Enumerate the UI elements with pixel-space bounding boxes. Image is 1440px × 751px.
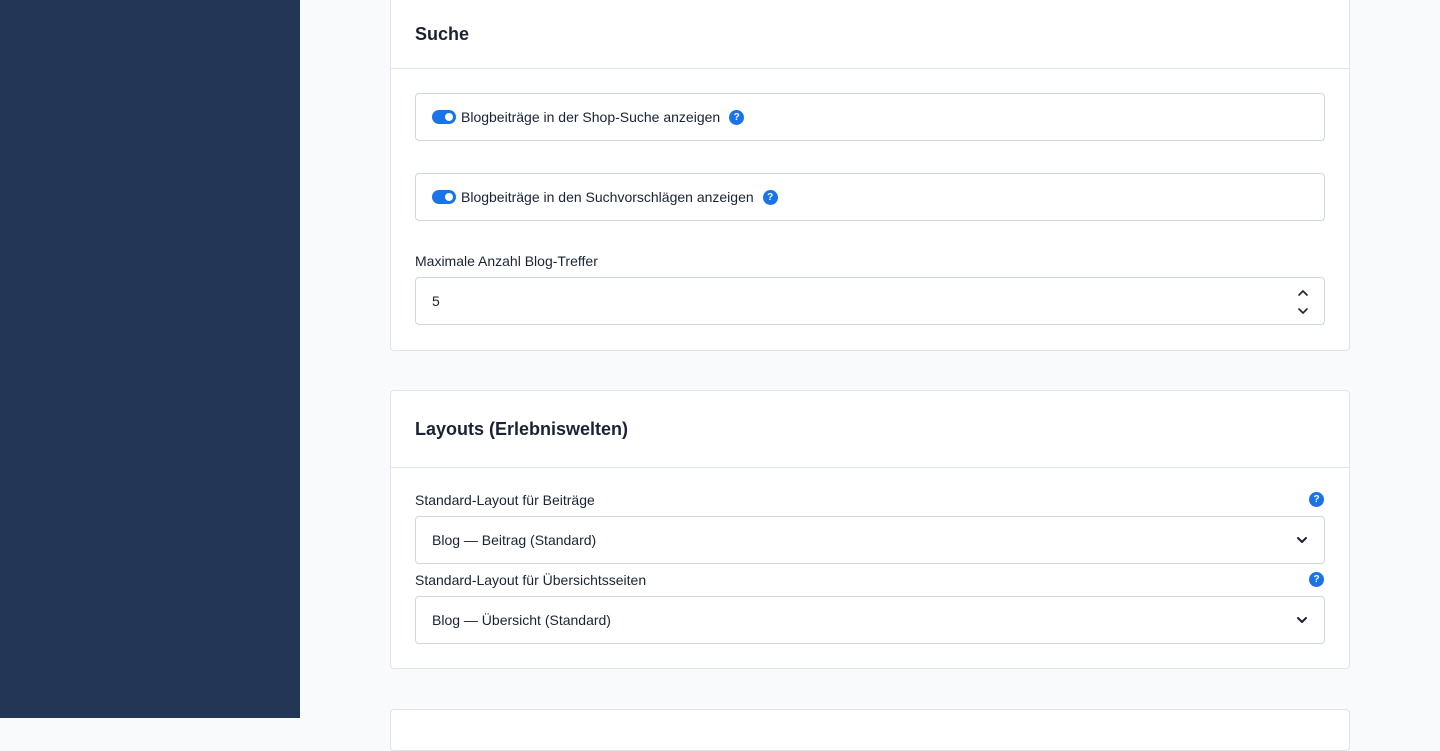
- shop-search-toggle-label: Blogbeiträge in der Shop-Suche anzeigen: [461, 109, 721, 125]
- chevron-up-icon: [1298, 290, 1308, 296]
- card-title: Suche: [391, 0, 1349, 69]
- chevron-down-icon: [1297, 537, 1307, 543]
- main-content: Suche Blogbeiträge in der Shop-Suche anz…: [300, 0, 1440, 751]
- search-section-title: Suche: [415, 24, 470, 44]
- toggle-knob: [445, 113, 453, 121]
- sidebar: [0, 0, 300, 718]
- question-circle-icon[interactable]: ?: [762, 189, 778, 205]
- layouts-settings-card: Layouts (Erlebniswelten) Standard-Layout…: [390, 390, 1350, 669]
- suggestions-toggle-label: Blogbeiträge in den Suchvorschlägen anze…: [461, 189, 754, 205]
- overview-layout-value: Blog — Übersicht (Standard): [432, 612, 611, 628]
- suggestions-toggle[interactable]: [432, 190, 456, 204]
- overview-layout-select[interactable]: Blog — Übersicht (Standard): [415, 596, 1325, 644]
- question-circle-icon[interactable]: ?: [1309, 572, 1324, 587]
- next-settings-card: [390, 709, 1350, 751]
- card-title: Layouts (Erlebniswelten): [391, 391, 1349, 468]
- overview-layout-label: Standard-Layout für Übersichtsseiten: [415, 572, 647, 588]
- max-hits-label: Maximale Anzahl Blog-Treffer: [415, 253, 598, 269]
- toggle-knob: [445, 193, 453, 201]
- chevron-down-icon: [1297, 617, 1307, 623]
- question-circle-icon[interactable]: ?: [1309, 492, 1324, 507]
- suggestions-switch-field: Blogbeiträge in den Suchvorschlägen anze…: [415, 173, 1325, 221]
- max-hits-number-input[interactable]: 5: [415, 277, 1325, 325]
- post-layout-select[interactable]: Blog — Beitrag (Standard): [415, 516, 1325, 564]
- max-hits-value: 5: [432, 293, 440, 309]
- shop-search-switch-field: Blogbeiträge in der Shop-Suche anzeigen …: [415, 93, 1325, 141]
- number-stepper[interactable]: [1296, 285, 1310, 319]
- shop-search-toggle[interactable]: [432, 110, 456, 124]
- question-circle-icon[interactable]: ?: [729, 109, 745, 125]
- layouts-section-title: Layouts (Erlebniswelten): [415, 418, 629, 439]
- post-layout-label: Standard-Layout für Beiträge: [415, 492, 595, 508]
- post-layout-value: Blog — Beitrag (Standard): [432, 532, 597, 548]
- chevron-down-icon: [1298, 308, 1308, 314]
- search-settings-card: Suche Blogbeiträge in der Shop-Suche anz…: [390, 0, 1350, 351]
